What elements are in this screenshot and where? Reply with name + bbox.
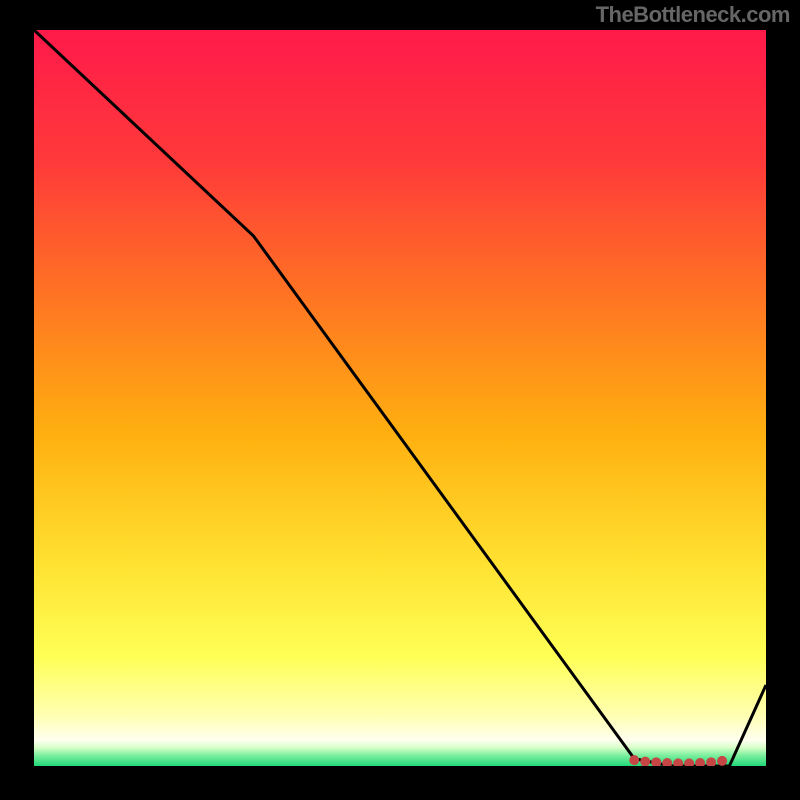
plot-area	[34, 30, 766, 766]
chart-container: TheBottleneck.com	[0, 0, 800, 800]
marker-point	[629, 755, 639, 765]
watermark-label: TheBottleneck.com	[596, 2, 790, 28]
marker-point	[717, 756, 727, 766]
plot-background	[34, 30, 766, 766]
chart-svg	[34, 30, 766, 766]
